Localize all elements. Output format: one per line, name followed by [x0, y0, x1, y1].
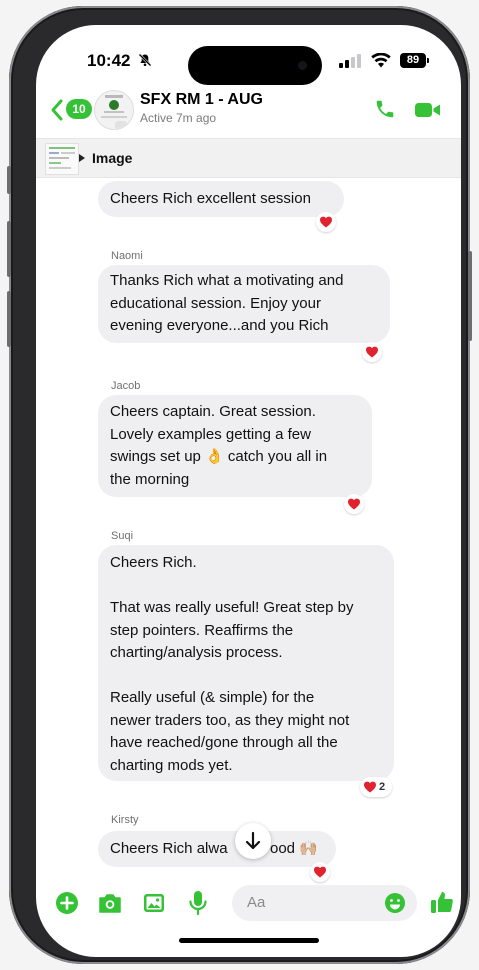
heart-icon [314, 866, 326, 878]
arrow-down-icon [245, 831, 261, 850]
battery-indicator: 89 [400, 53, 429, 68]
bell-slash-icon [138, 53, 152, 67]
message-text: Cheers Rich excellent session [110, 190, 311, 207]
plus-circle-icon[interactable] [55, 891, 79, 915]
microphone-icon[interactable] [187, 890, 209, 916]
group-logo-icon [101, 95, 127, 129]
message-bubble[interactable]: Cheers captain. Great session. Lovely ex… [98, 395, 372, 497]
volume-down-button [7, 291, 11, 347]
signal-icon [339, 54, 361, 68]
wifi-icon [371, 53, 391, 68]
pinned-image-label: Image [92, 150, 133, 166]
scroll-to-bottom-button[interactable] [235, 823, 271, 859]
pinned-image-row[interactable]: Image [36, 138, 461, 178]
reaction-count: 2 [379, 781, 386, 793]
unread-count-badge[interactable]: 10 [66, 99, 92, 119]
power-button [468, 251, 472, 341]
play-indicator-icon [79, 154, 85, 162]
message-text-tail: ood 🙌🏼 [270, 840, 318, 857]
home-indicator[interactable] [179, 938, 319, 943]
emoji-icon[interactable] [384, 892, 406, 914]
heart-icon [364, 781, 376, 793]
document-preview-icon [49, 147, 75, 169]
message-text: Cheers Rich alwa [110, 840, 228, 857]
message-composer: Aa [36, 880, 461, 930]
chevron-left-icon[interactable] [50, 98, 64, 122]
message-text: Thanks Rich what a motivating and educat… [110, 272, 344, 334]
chat-title[interactable]: SFX RM 1 - AUG [140, 91, 263, 109]
dynamic-island [188, 46, 322, 85]
status-time: 10:42 [87, 51, 131, 70]
phone-frame: 10:42 89 10 SFX RM 1 - AUG Active 7m ago… [7, 6, 472, 964]
heart-icon [366, 346, 378, 358]
image-thumbnail[interactable] [45, 143, 79, 175]
heart-icon [320, 216, 332, 228]
reaction-badge[interactable] [310, 862, 330, 882]
group-avatar[interactable] [94, 90, 134, 130]
message-bubble[interactable]: Thanks Rich what a motivating and educat… [98, 265, 390, 343]
reaction-badge[interactable]: 2 [360, 777, 392, 797]
message-text: Cheers captain. Great session. Lovely ex… [110, 403, 328, 488]
volume-up-button [7, 221, 11, 277]
phone-icon[interactable] [374, 98, 396, 120]
sender-name: Suqi [111, 530, 134, 542]
reaction-badge[interactable] [316, 212, 336, 232]
action-button [7, 166, 11, 194]
message-bubble[interactable]: Cheers Rich excellent session [98, 181, 344, 217]
reaction-badge[interactable] [362, 342, 382, 362]
sender-name: Kirsty [111, 814, 139, 826]
message-input[interactable]: Aa [232, 885, 417, 921]
message-bubble[interactable]: Cheers Rich alwa ood 🙌🏼 [98, 831, 336, 867]
sender-name: Naomi [111, 250, 143, 262]
sender-name: Jacob [111, 380, 141, 392]
chat-header: 10 SFX RM 1 - AUG Active 7m ago [36, 88, 461, 138]
heart-icon [348, 498, 360, 510]
reaction-badge[interactable] [344, 494, 364, 514]
message-text: Cheers Rich. That was really useful! Gre… [110, 554, 354, 774]
message-input-placeholder: Aa [247, 894, 266, 911]
message-bubble[interactable]: Cheers Rich. That was really useful! Gre… [98, 545, 394, 781]
camera-icon[interactable] [97, 891, 123, 915]
video-camera-icon[interactable] [414, 100, 442, 120]
image-icon[interactable] [142, 891, 166, 915]
active-status: Active 7m ago [140, 111, 217, 125]
thumbs-up-icon[interactable] [430, 889, 454, 915]
screen: 10:42 89 10 SFX RM 1 - AUG Active 7m ago… [36, 25, 461, 957]
